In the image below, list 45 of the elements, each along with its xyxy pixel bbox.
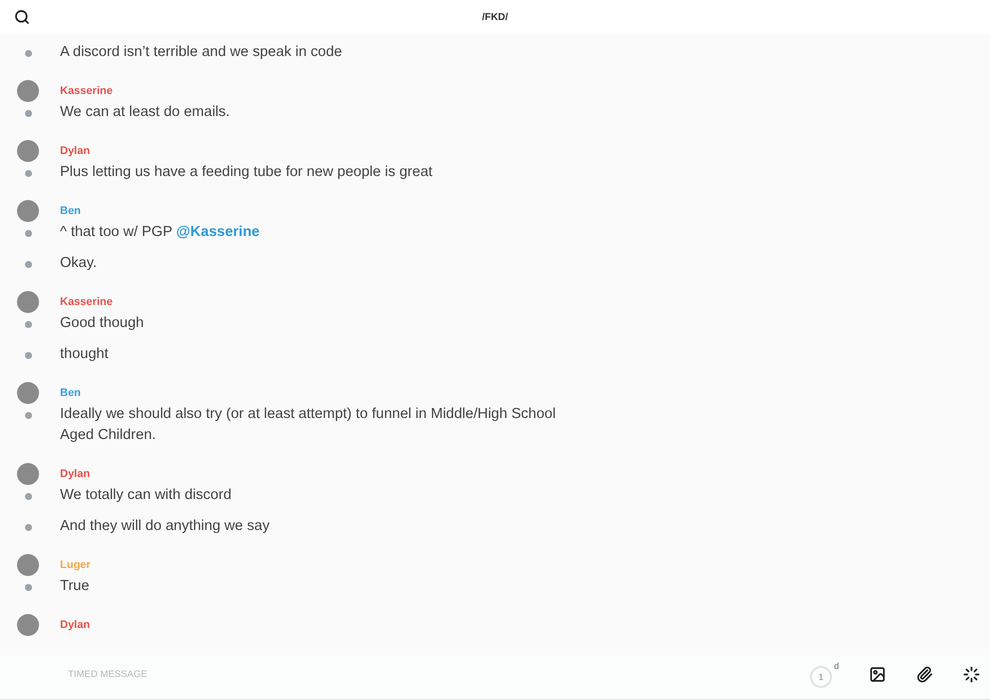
message-text: And they will do anything we say bbox=[60, 517, 270, 536]
message-bullet-icon bbox=[25, 321, 32, 328]
author-name: Kasserine bbox=[60, 85, 113, 97]
author-name: Kasserine bbox=[60, 296, 113, 308]
author-name: Ben bbox=[60, 387, 81, 399]
message-bullet-icon bbox=[25, 493, 32, 500]
conversation-title: /FKD/ bbox=[482, 12, 508, 22]
message-bullet-icon bbox=[25, 352, 32, 359]
mention-link[interactable]: @Kasserine bbox=[176, 224, 260, 240]
author-name: Dylan bbox=[60, 145, 90, 157]
message-text: Okay. bbox=[60, 254, 97, 273]
avatar bbox=[17, 200, 39, 222]
message-input[interactable]: TIMED MESSAGE bbox=[66, 668, 780, 680]
message-text: We can at least do emails. bbox=[60, 103, 230, 122]
message-text: We totally can with discord bbox=[60, 486, 232, 505]
message-text: A discord isn’t terrible and we speak in code bbox=[60, 43, 342, 62]
avatar bbox=[17, 80, 39, 102]
avatar bbox=[17, 463, 39, 485]
message-text: True bbox=[60, 577, 90, 596]
message-text: Ideally we should also try (or at least attempt) to funnel in Middle/High School Aged Children. bbox=[60, 405, 557, 445]
message-bullet-icon bbox=[25, 230, 32, 237]
avatar bbox=[17, 614, 39, 636]
message-bullet-icon bbox=[25, 110, 32, 117]
message-bullet-icon bbox=[25, 524, 32, 531]
message-bullet-icon bbox=[25, 584, 32, 591]
search-icon[interactable] bbox=[14, 9, 30, 25]
loader-icon[interactable] bbox=[963, 666, 980, 682]
author-name: Dylan bbox=[60, 468, 90, 480]
author-name: Ben bbox=[60, 205, 81, 217]
message-bullet-icon bbox=[25, 261, 32, 268]
message-text: thought bbox=[60, 345, 108, 364]
message-text: Plus letting us have a feeding tube for new people is great bbox=[60, 163, 432, 182]
avatar bbox=[17, 554, 39, 576]
author-name: Dylan bbox=[60, 619, 90, 631]
message-bullet-icon bbox=[25, 50, 32, 57]
author-name: Luger bbox=[60, 559, 91, 571]
avatar bbox=[17, 382, 39, 404]
paperclip-icon[interactable] bbox=[916, 666, 933, 682]
avatar bbox=[17, 140, 39, 162]
image-icon[interactable] bbox=[869, 666, 886, 682]
message-text: ^ that too w/ PGP @Kasserine bbox=[60, 223, 260, 242]
message-bullet-icon bbox=[25, 412, 32, 419]
message-text: Good though bbox=[60, 314, 144, 333]
message-bullet-icon bbox=[25, 170, 32, 177]
avatar bbox=[17, 291, 39, 313]
